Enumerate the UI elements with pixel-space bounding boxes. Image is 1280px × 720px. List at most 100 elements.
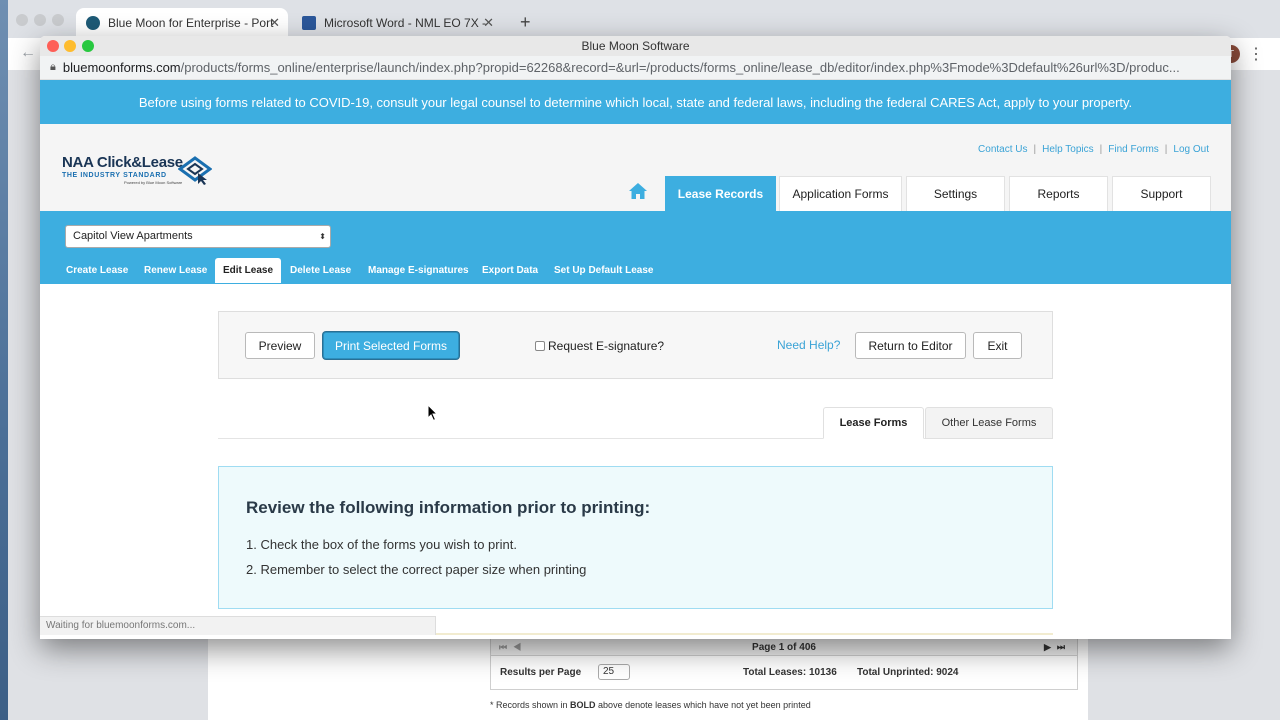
logo-mark-icon bbox=[178, 156, 212, 185]
tab-settings[interactable]: Settings bbox=[906, 176, 1005, 211]
back-arrow-icon[interactable]: ← bbox=[20, 44, 36, 62]
find-forms-link[interactable]: Find Forms bbox=[1108, 144, 1159, 155]
action-bar: Preview Print Selected Forms Request E-s… bbox=[218, 311, 1053, 379]
link-separator: | bbox=[1164, 144, 1168, 155]
link-separator: | bbox=[1099, 144, 1103, 155]
results-per-page-select[interactable]: 25 bbox=[598, 664, 630, 680]
print-selected-forms-button[interactable]: Print Selected Forms bbox=[323, 332, 459, 359]
subtab-create-lease[interactable]: Create Lease bbox=[58, 258, 136, 283]
page-indicator: Page 1 of 406 bbox=[752, 641, 816, 653]
background-page: ⏮◀ Page 1 of 406 ▶⏭ Results per Page 25 … bbox=[208, 636, 1088, 720]
tab-other-lease-forms[interactable]: Other Lease Forms bbox=[925, 407, 1053, 439]
results-summary: Results per Page 25 Total Leases: 10136 … bbox=[490, 656, 1078, 690]
note-prefix: * Records shown in bbox=[490, 700, 571, 710]
button-label: Exit bbox=[987, 338, 1008, 353]
note-suffix: above denote leases which have not yet b… bbox=[595, 700, 811, 710]
popup-titlebar: Blue Moon Software bbox=[40, 36, 1231, 56]
esignature-label: Request E-signature? bbox=[548, 339, 665, 353]
subtab-edit-lease[interactable]: Edit Lease bbox=[215, 258, 282, 283]
tab-lease-forms[interactable]: Lease Forms bbox=[823, 407, 924, 439]
popup-title: Blue Moon Software bbox=[581, 39, 690, 53]
close-tab-icon[interactable]: ✕ bbox=[483, 15, 494, 31]
window-zoom-dot bbox=[52, 14, 64, 26]
total-leases: Total Leases: 10136 bbox=[743, 667, 837, 678]
window-minimize-dot bbox=[34, 14, 46, 26]
instruction-item: 1. Check the box of the forms you wish t… bbox=[246, 537, 517, 552]
first-prev-page-icons[interactable]: ⏮◀ bbox=[499, 642, 527, 653]
tab-support[interactable]: Support bbox=[1112, 176, 1211, 211]
loading-status-bar: Waiting for bluemoonforms.com... bbox=[40, 616, 436, 635]
lock-icon: 🔒︎ bbox=[50, 61, 56, 73]
tab-label: Lease Forms bbox=[839, 417, 908, 429]
subtab-manage-esignatures[interactable]: Manage E-signatures bbox=[360, 258, 477, 283]
popup-window: Blue Moon Software 🔒︎ bluemoonforms.com /… bbox=[40, 36, 1231, 639]
popup-address-bar[interactable]: 🔒︎ bluemoonforms.com/products/forms_onli… bbox=[40, 56, 1231, 80]
tab-lease-records[interactable]: Lease Records bbox=[665, 176, 776, 211]
tab-label: Other Lease Forms bbox=[941, 417, 1037, 429]
subtab-set-up-default-lease[interactable]: Set Up Default Lease bbox=[546, 258, 661, 283]
logo-title: NAA Click&Lease bbox=[62, 154, 183, 171]
tab-label: Support bbox=[1140, 187, 1183, 201]
tab-label: Settings bbox=[933, 187, 978, 201]
instruction-item: 2. Remember to select the correct paper … bbox=[246, 562, 587, 577]
covid-banner-text: Before using forms related to COVID-19, … bbox=[138, 94, 1133, 110]
mouse-pointer-icon bbox=[427, 404, 439, 422]
close-tab-icon[interactable]: ✕ bbox=[269, 15, 280, 31]
tab-label: Microsoft Word - NML EO 7X - bbox=[324, 16, 487, 30]
bluemoon-favicon-icon bbox=[86, 16, 100, 30]
logo-tagline: THE INDUSTRY STANDARD bbox=[62, 172, 167, 179]
return-to-editor-button[interactable]: Return to Editor bbox=[855, 332, 966, 359]
bold-records-note: * Records shown in BOLD above denote lea… bbox=[490, 700, 811, 710]
button-label: Return to Editor bbox=[868, 338, 953, 353]
results-per-page-label: Results per Page bbox=[500, 667, 582, 678]
url-host: bluemoonforms.com bbox=[62, 60, 181, 75]
word-favicon-icon bbox=[302, 16, 316, 30]
subtab-export-data[interactable]: Export Data bbox=[474, 258, 546, 283]
contact-us-link[interactable]: Contact Us bbox=[978, 144, 1027, 155]
tab-label: Lease Records bbox=[677, 187, 764, 201]
home-icon[interactable] bbox=[628, 182, 648, 200]
logo-powered-by: Powered by Blue Moon Software bbox=[124, 180, 183, 185]
tab-label: Application Forms bbox=[792, 187, 889, 201]
button-label: Preview bbox=[258, 338, 302, 353]
help-topics-link[interactable]: Help Topics bbox=[1042, 144, 1094, 155]
browser-menu-icon[interactable]: ⋮ bbox=[1248, 44, 1264, 64]
close-window-button[interactable] bbox=[47, 40, 59, 52]
tab-reports[interactable]: Reports bbox=[1009, 176, 1108, 211]
exit-button[interactable]: Exit bbox=[973, 332, 1022, 359]
instructions-heading: Review the following information prior t… bbox=[246, 498, 651, 517]
preview-button[interactable]: Preview bbox=[245, 332, 315, 359]
browser-tab-bluemoon[interactable]: Blue Moon for Enterprise - Port ✕ bbox=[76, 8, 288, 38]
zoom-window-button[interactable] bbox=[82, 40, 94, 52]
total-unprinted: Total Unprinted: 9024 bbox=[857, 667, 959, 678]
window-close-dot bbox=[16, 14, 28, 26]
tab-application-forms[interactable]: Application Forms bbox=[779, 176, 902, 211]
url-path: /products/forms_online/enterprise/launch… bbox=[180, 60, 1180, 75]
need-help-link[interactable]: Need Help? bbox=[777, 338, 840, 352]
covid-banner: Before using forms related to COVID-19, … bbox=[40, 80, 1231, 124]
property-select[interactable]: Capitol View Apartments ⬍ bbox=[65, 225, 331, 248]
sub-navigation: Capitol View Apartments ⬍ Create Lease R… bbox=[40, 211, 1231, 284]
subtab-renew-lease[interactable]: Renew Lease bbox=[136, 258, 215, 283]
site-header: NAA Click&Lease THE INDUSTRY STANDARD Po… bbox=[40, 124, 1231, 211]
naa-click-lease-logo[interactable]: NAA Click&Lease THE INDUSTRY STANDARD Po… bbox=[62, 154, 183, 185]
esignature-checkbox[interactable] bbox=[535, 341, 545, 351]
new-tab-button[interactable]: + bbox=[520, 12, 531, 33]
note-bold: BOLD bbox=[570, 700, 596, 710]
next-last-page-icons[interactable]: ▶⏭ bbox=[1044, 642, 1071, 653]
top-links: Contact Us | Help Topics | Find Forms | Log Ou… bbox=[978, 144, 1209, 155]
subtab-delete-lease[interactable]: Delete Lease bbox=[282, 258, 359, 283]
tab-label: Reports bbox=[1037, 187, 1080, 201]
print-instructions-box: Review the following information prior t… bbox=[218, 466, 1053, 609]
button-label: Print Selected Forms bbox=[334, 338, 448, 353]
property-selected-value: Capitol View Apartments bbox=[73, 230, 193, 242]
main-content: Preview Print Selected Forms Request E-s… bbox=[40, 284, 1231, 635]
browser-tab-word[interactable]: Microsoft Word - NML EO 7X - ✕ bbox=[292, 8, 502, 38]
log-out-link[interactable]: Log Out bbox=[1173, 144, 1209, 155]
pagination-bar: ⏮◀ Page 1 of 406 ▶⏭ bbox=[490, 638, 1078, 656]
tab-label: Blue Moon for Enterprise - Port bbox=[108, 16, 274, 30]
minimize-window-button[interactable] bbox=[64, 40, 76, 52]
link-separator: | bbox=[1033, 144, 1037, 155]
request-esignature-option[interactable]: Request E-signature? bbox=[535, 339, 664, 353]
select-arrows-icon: ⬍ bbox=[319, 232, 326, 241]
